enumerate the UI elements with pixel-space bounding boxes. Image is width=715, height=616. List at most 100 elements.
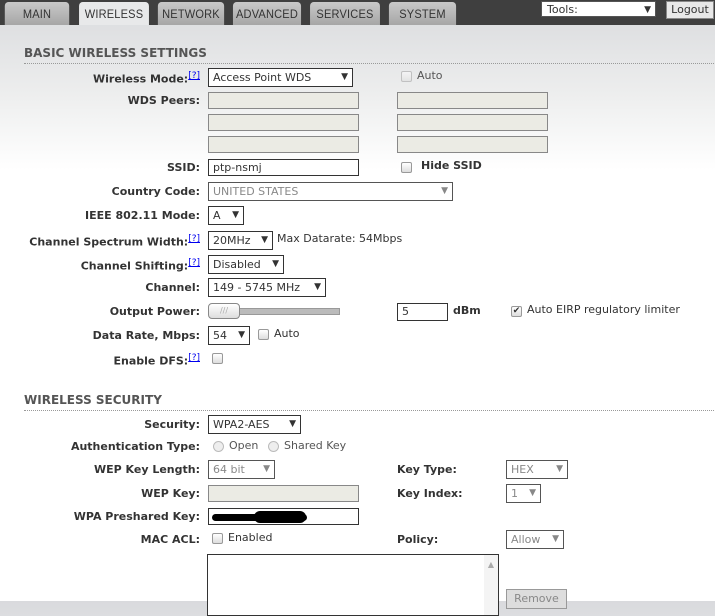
enable-dfs-checkbox[interactable]: [212, 353, 223, 364]
auth-open-label: Open: [229, 439, 259, 452]
auto-mode-label: Auto: [417, 69, 443, 82]
tab-advanced[interactable]: ADVANCED: [232, 2, 302, 25]
auth-shared-label: Shared Key: [284, 439, 347, 452]
channel-shifting-label: Channel Shifting:[?]: [80, 258, 200, 273]
dropdown-arrow-icon: ▼: [441, 186, 448, 196]
logout-button[interactable]: Logout: [666, 1, 714, 19]
auto-rate-label: Auto: [274, 327, 300, 340]
mac-acl-enabled-label: Enabled: [228, 531, 273, 544]
data-rate-label: Data Rate, Mbps:: [92, 329, 200, 342]
mac-acl-checkbox[interactable]: [212, 533, 223, 544]
channel-width-value: 20MHz: [213, 234, 251, 247]
wireless-mode-select[interactable]: Access Point WDS ▼: [208, 68, 353, 87]
tab-wireless[interactable]: WIRELESS: [79, 2, 149, 25]
tab-services[interactable]: SERVICES: [310, 2, 380, 25]
hide-ssid-label: Hide SSID: [421, 159, 482, 172]
security-select[interactable]: WPA2-AES ▼: [208, 415, 301, 434]
auth-shared-radio[interactable]: [268, 441, 279, 452]
enable-dfs-label: Enable DFS:[?]: [113, 353, 200, 368]
help-link[interactable]: [?]: [188, 258, 200, 268]
dropdown-arrow-icon: ▼: [238, 330, 245, 340]
max-datarate-text: Max Datarate: 54Mbps: [277, 232, 403, 245]
dropdown-arrow-icon: ▼: [556, 464, 563, 474]
dropdown-arrow-icon: ▼: [529, 488, 536, 498]
wep-key-input[interactable]: [208, 485, 359, 502]
key-type-value: HEX: [511, 463, 534, 476]
scrollbar-up-icon[interactable]: ▲: [484, 555, 498, 615]
channel-shifting-select[interactable]: Disabled ▼: [208, 255, 284, 274]
tab-main[interactable]: MAIN: [4, 2, 70, 25]
tools-label: Tools:: [547, 3, 578, 16]
wpa-key-label: WPA Preshared Key:: [73, 510, 200, 523]
output-power-slider-handle[interactable]: ///: [208, 303, 240, 319]
wireless-mode-value: Access Point WDS: [213, 71, 312, 84]
auto-rate-checkbox[interactable]: [258, 329, 269, 340]
channel-shifting-value: Disabled: [213, 258, 261, 271]
policy-select[interactable]: Allow ▼: [506, 530, 564, 549]
country-code-label: Country Code:: [111, 185, 200, 198]
auto-eirp-checkbox[interactable]: ✔: [511, 306, 522, 317]
wireless-mode-label: Wireless Mode:[?]: [93, 71, 200, 86]
output-power-label: Output Power:: [109, 305, 200, 318]
country-code-select[interactable]: UNITED STATES ▼: [208, 182, 453, 201]
output-power-input[interactable]: 5: [397, 303, 448, 321]
ssid-input[interactable]: ptp-nsmj: [208, 159, 359, 176]
key-type-label: Key Type:: [397, 463, 457, 476]
section-title-basic: BASIC WIRELESS SETTINGS: [24, 46, 714, 64]
policy-label: Policy:: [397, 533, 439, 546]
auth-type-label: Authentication Type:: [70, 440, 200, 453]
auto-mode-checkbox[interactable]: [401, 71, 412, 82]
ieee-mode-select[interactable]: A ▼: [208, 206, 244, 225]
dropdown-arrow-icon: ▼: [289, 419, 296, 429]
policy-value: Allow: [511, 533, 541, 546]
wds-peer-input[interactable]: [208, 136, 359, 153]
help-link[interactable]: [?]: [188, 353, 200, 363]
channel-label: Channel:: [145, 281, 200, 294]
wds-peer-input[interactable]: [397, 136, 548, 153]
wep-key-length-value: 64 bit: [213, 463, 245, 476]
wep-key-length-select[interactable]: 64 bit ▼: [208, 460, 275, 479]
remove-button[interactable]: Remove: [506, 589, 567, 609]
redaction-mark: [254, 511, 306, 523]
data-rate-value: 54: [213, 329, 227, 342]
auth-open-radio[interactable]: [213, 441, 224, 452]
wds-peers-label: WDS Peers:: [127, 94, 200, 107]
channel-select[interactable]: 149 - 5745 MHz ▼: [208, 278, 326, 297]
key-index-value: 1: [511, 487, 518, 500]
tools-select[interactable]: Tools: ▼: [541, 1, 656, 17]
wep-key-length-label: WEP Key Length:: [94, 463, 200, 476]
section-title-security: WIRELESS SECURITY: [24, 393, 714, 411]
wpa-key-input[interactable]: [208, 508, 359, 525]
wds-peer-input[interactable]: [208, 114, 359, 131]
mac-acl-list[interactable]: ▲: [207, 554, 499, 616]
dbm-unit: dBm: [453, 304, 481, 317]
ieee-mode-value: A: [213, 209, 221, 222]
help-link[interactable]: [?]: [188, 71, 200, 81]
help-link[interactable]: [?]: [188, 234, 200, 244]
dropdown-arrow-icon: ▼: [314, 282, 321, 292]
dropdown-arrow-icon: ▼: [263, 464, 270, 474]
auto-eirp-label: Auto EIRP regulatory limiter: [527, 303, 680, 316]
data-rate-select[interactable]: 54 ▼: [208, 326, 250, 345]
ieee-mode-label: IEEE 802.11 Mode:: [85, 209, 200, 222]
dropdown-arrow-icon: ▼: [232, 210, 239, 220]
dropdown-arrow-icon: ▼: [644, 5, 651, 15]
tab-system[interactable]: SYSTEM: [388, 2, 457, 25]
mac-acl-label: MAC ACL:: [140, 533, 200, 546]
key-index-select[interactable]: 1 ▼: [506, 484, 541, 503]
key-index-label: Key Index:: [397, 487, 463, 500]
dropdown-arrow-icon: ▼: [341, 72, 348, 82]
channel-width-select[interactable]: 20MHz ▼: [208, 231, 273, 250]
channel-width-label: Channel Spectrum Width:[?]: [29, 234, 200, 249]
security-value: WPA2-AES: [213, 418, 270, 431]
dropdown-arrow-icon: ▼: [552, 534, 559, 544]
tab-network[interactable]: NETWORK: [157, 2, 225, 25]
hide-ssid-checkbox[interactable]: [401, 162, 412, 173]
security-label: Security:: [144, 418, 200, 431]
wds-peer-input[interactable]: [208, 92, 359, 109]
key-type-select[interactable]: HEX ▼: [506, 460, 568, 479]
ssid-label: SSID:: [167, 161, 200, 174]
wds-peer-input[interactable]: [397, 114, 548, 131]
wds-peer-input[interactable]: [397, 92, 548, 109]
channel-value: 149 - 5745 MHz: [213, 281, 300, 294]
